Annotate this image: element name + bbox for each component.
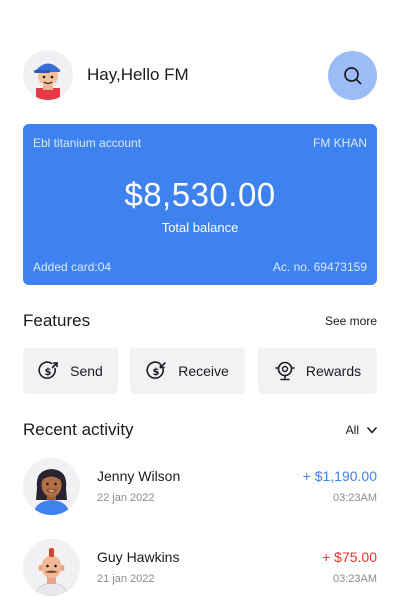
contact-avatar-icon (33, 469, 70, 515)
total-balance-amount: $8,530.00 (124, 176, 276, 213)
contact-avatar (23, 539, 80, 596)
user-avatar[interactable] (23, 50, 73, 100)
search-button[interactable] (328, 51, 377, 100)
contact-avatar-icon (34, 548, 69, 596)
see-more-link[interactable]: See more (325, 314, 377, 328)
added-cards-count: Added card:04 (33, 260, 112, 274)
receive-label: Receive (178, 363, 229, 379)
account-holder: FM KHAN (313, 136, 367, 150)
features-title: Features (23, 311, 91, 330)
activity-filter-dropdown[interactable]: All (346, 423, 377, 437)
recent-activity-title: Recent activity (23, 420, 134, 439)
trophy-icon (275, 361, 295, 381)
transaction-time: 03:23AM (332, 573, 377, 585)
send-label: Send (70, 363, 103, 379)
contact-name: Guy Hawkins (97, 549, 180, 565)
transaction-row[interactable]: Jenny Wilson 22 jan 2022 + $1,190.00 03:… (23, 458, 377, 516)
transaction-row[interactable]: Guy Hawkins 21 jan 2022 + $75.00 03:23AM (23, 539, 377, 597)
balance-card[interactable]: Ebl titanium account FM KHAN $8,530.00 T… (23, 124, 377, 285)
send-button[interactable]: $ Send (23, 348, 118, 394)
chevron-down-icon (367, 426, 377, 433)
filter-value: All (345, 423, 359, 437)
transaction-amount: + $75.00 (322, 549, 377, 565)
greeting-text: Hay,Hello FM (87, 65, 189, 84)
rewards-label: Rewards (305, 363, 362, 379)
transaction-time: 03:23AM (332, 492, 377, 504)
transaction-date: 22 jan 2022 (97, 492, 155, 504)
search-icon (343, 66, 361, 84)
contact-avatar (23, 458, 80, 515)
rewards-button[interactable]: Rewards (258, 348, 377, 394)
contact-name: Jenny Wilson (97, 468, 181, 484)
dollar-send-icon: $ (38, 361, 58, 379)
dollar-receive-icon: $ (146, 361, 167, 379)
transaction-date: 21 jan 2022 (97, 573, 155, 585)
receive-button[interactable]: $ Receive (130, 348, 245, 394)
total-balance-label: Total balance (161, 220, 239, 235)
header: Hay,Hello FM (23, 50, 377, 102)
account-number: Ac. no. 69473159 (272, 260, 367, 274)
svg-text:$: $ (45, 367, 52, 378)
transaction-amount: + $1,190.00 (302, 468, 377, 484)
account-name: Ebl titanium account (33, 136, 142, 150)
user-avatar-icon (34, 63, 60, 100)
svg-text:$: $ (153, 367, 160, 378)
